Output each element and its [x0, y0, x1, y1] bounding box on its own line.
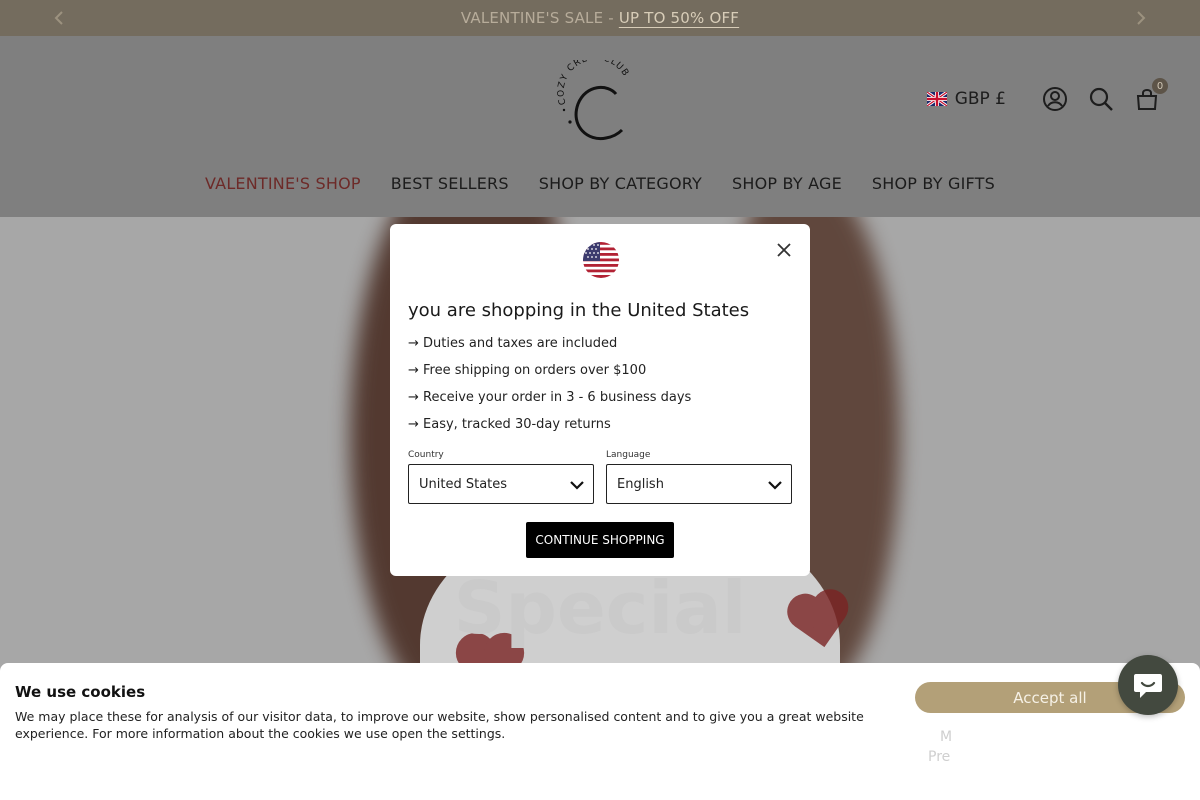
logo-text: COZY CREW CLUB	[557, 60, 630, 106]
currency-selector[interactable]: GBP £	[926, 89, 1006, 109]
chevron-right-icon[interactable]	[1132, 9, 1150, 27]
country-value: United States	[419, 476, 508, 492]
modal-heading: you are shopping in the United States	[408, 300, 750, 321]
us-flag-icon	[583, 242, 619, 278]
close-icon[interactable]	[774, 240, 794, 260]
svg-text:COZY CREW CLUB: COZY CREW CLUB	[557, 60, 631, 106]
cookie-title: We use cookies	[15, 683, 146, 701]
language-label: Language	[606, 450, 651, 460]
manage-preferences-link-2[interactable]: Pre	[928, 749, 950, 765]
list-item: → Free shipping on orders over $100	[408, 363, 647, 378]
location-modal: you are shopping in the United States → …	[390, 224, 810, 576]
currency-label: GBP £	[954, 89, 1006, 109]
chat-button[interactable]	[1118, 655, 1178, 715]
country-label: Country	[408, 450, 444, 460]
continue-shopping-button[interactable]: CONTINUE SHOPPING	[526, 522, 674, 558]
list-item: → Easy, tracked 30-day returns	[408, 417, 611, 432]
cookie-text: We may place these for analysis of our v…	[15, 709, 864, 741]
header-actions: GBP £ 0	[926, 78, 1168, 112]
uk-flag-icon	[926, 92, 947, 106]
main-nav: VALENTINE'S SHOP BEST SELLERS SHOP BY CA…	[0, 174, 1200, 193]
nav-item-shop-by-age[interactable]: SHOP BY AGE	[732, 174, 842, 193]
search-icon[interactable]	[1088, 86, 1114, 112]
nav-item-shop-by-category[interactable]: SHOP BY CATEGORY	[539, 174, 702, 193]
cookie-banner: We use cookies We may place these for an…	[0, 663, 1200, 800]
logo[interactable]: COZY CREW CLUB	[556, 60, 634, 144]
nav-item-best-sellers[interactable]: BEST SELLERS	[391, 174, 509, 193]
language-value: English	[617, 476, 664, 492]
chevron-left-icon[interactable]	[50, 9, 68, 27]
announcement-link[interactable]: UP TO 50% OFF	[619, 9, 739, 27]
announcement-bar: VALENTINE'S SALE - UP TO 50% OFF	[0, 0, 1200, 36]
country-select[interactable]: United States	[408, 464, 594, 504]
cart-button[interactable]: 0	[1134, 78, 1168, 112]
list-item: → Receive your order in 3 - 6 business d…	[408, 390, 692, 405]
account-icon[interactable]	[1042, 86, 1068, 112]
chevron-down-icon	[570, 481, 584, 490]
language-select[interactable]: English	[606, 464, 792, 504]
manage-preferences-link[interactable]: M	[940, 729, 952, 745]
announcement-prefix: VALENTINE'S SALE -	[460, 9, 619, 27]
site-header: COZY CREW CLUB GBP £	[0, 36, 1200, 217]
list-item: → Duties and taxes are included	[408, 336, 618, 351]
nav-item-valentines-shop[interactable]: VALENTINE'S SHOP	[205, 174, 361, 193]
nav-item-shop-by-gifts[interactable]: SHOP BY GIFTS	[872, 174, 995, 193]
hero-title: Special	[453, 566, 747, 650]
chevron-down-icon	[768, 481, 782, 490]
chat-icon	[1134, 674, 1162, 698]
benefits-list: → Duties and taxes are included → Free s…	[408, 336, 691, 444]
announcement-text: VALENTINE'S SALE - UP TO 50% OFF	[461, 9, 739, 27]
cart-count-badge: 0	[1152, 78, 1168, 94]
